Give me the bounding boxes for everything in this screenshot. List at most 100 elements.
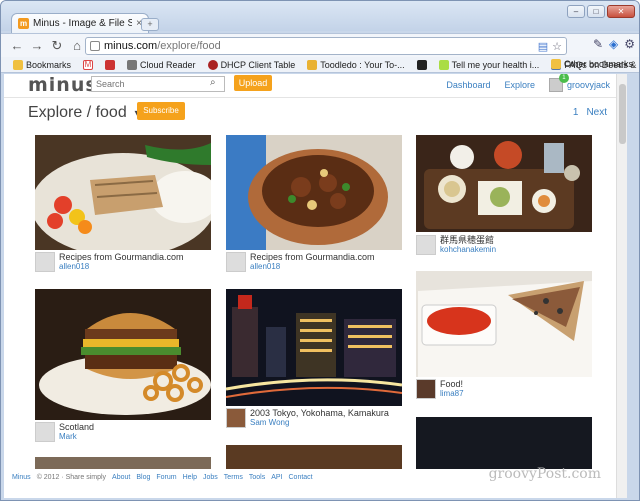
city-photo[interactable] [226, 289, 402, 406]
footer-brand[interactable]: Minus [12, 474, 31, 481]
extension-icon[interactable]: ◈ [609, 37, 618, 51]
card-user-link[interactable]: allen018 [59, 262, 184, 272]
user-avatar[interactable] [416, 379, 436, 399]
gallery-card-partial[interactable] [226, 445, 402, 469]
vertical-scrollbar[interactable] [616, 74, 627, 498]
page-title[interactable]: Explore / food ▼ [28, 104, 142, 122]
browser-toolbar: ← → ↻ ⌂ minus.com/explore/food ▤ ☆ ✎ ◈ ⚙ [1, 33, 639, 57]
card-title[interactable]: Food! [440, 379, 464, 389]
site-header: minus ⌕ Upload Dashboard Explore 1 groov… [4, 74, 616, 98]
bookmarks-bar: Bookmarks M Cloud Reader DHCP Client Tab… [1, 57, 639, 73]
address-bar[interactable]: minus.com/explore/food ▤ ☆ [85, 37, 567, 55]
other-bookmarks[interactable]: Other bookmarks [550, 59, 633, 69]
pagination: 1 Next [573, 107, 607, 118]
upload-button[interactable]: Upload [234, 75, 272, 91]
explore-link[interactable]: Explore [504, 80, 535, 90]
user-avatar[interactable] [416, 235, 436, 255]
food-photo[interactable] [226, 135, 402, 250]
food-photo[interactable] [416, 135, 592, 232]
user-avatar[interactable] [35, 422, 55, 442]
page-icon [90, 41, 100, 51]
pen-extension-icon[interactable]: ✎ [593, 37, 603, 51]
card-user-link[interactable]: allen018 [250, 262, 375, 272]
bookmark-icon [105, 59, 116, 70]
footer-link[interactable]: Blog [136, 474, 150, 481]
food-photo[interactable] [35, 135, 211, 250]
new-tab-button[interactable]: + [141, 18, 159, 31]
bookmark-health[interactable]: Tell me your health i... [438, 59, 539, 70]
card-caption: Scotland Mark [35, 422, 94, 442]
card-caption: Food! lima87 [416, 379, 464, 399]
card-title[interactable]: Scotland [59, 422, 94, 432]
footer-link[interactable]: Tools [249, 474, 265, 481]
url-text: minus.com/explore/food [104, 40, 221, 52]
card-user-link[interactable]: Mark [59, 432, 94, 442]
folder-icon [550, 59, 561, 69]
wrench-icon[interactable]: ⚙ [624, 37, 635, 51]
maximize-button[interactable]: □ [587, 5, 605, 18]
search-icon[interactable]: ⌕ [210, 77, 216, 88]
footer-link[interactable]: Jobs [203, 474, 218, 481]
router-icon [207, 59, 218, 70]
gmail-icon: M [83, 59, 94, 70]
close-window-button[interactable]: ✕ [607, 5, 635, 18]
card-title[interactable]: Recipes from Gourmandia.com [59, 252, 184, 262]
search-input[interactable] [91, 76, 225, 92]
user-avatar[interactable] [226, 252, 246, 272]
footer-copyright: © 2012 · Share simply [36, 473, 107, 481]
page-number[interactable]: 1 [573, 107, 579, 118]
home-icon[interactable]: ⌂ [67, 36, 87, 56]
scroll-thumb[interactable] [619, 84, 626, 144]
card-title[interactable]: 2003 Tokyo, Yokohama, Kamakura [250, 408, 389, 418]
gallery-card-partial[interactable] [35, 457, 211, 469]
minimize-button[interactable]: – [567, 5, 585, 18]
footer-link[interactable]: Terms [224, 474, 243, 481]
bookmark-gmail[interactable]: M [83, 59, 94, 70]
site-nav: Dashboard Explore 1 groovyjack [446, 74, 610, 92]
subscribe-button[interactable]: Subscribe [137, 102, 185, 120]
card-title[interactable]: Recipes from Gourmandia.com [250, 252, 375, 262]
bookmark-cloud-reader[interactable]: Cloud Reader [127, 59, 196, 70]
health-icon [438, 59, 449, 70]
f-icon [416, 59, 427, 70]
next-link[interactable]: Next [586, 107, 607, 118]
back-arrow-icon[interactable]: ← [7, 36, 27, 56]
food-photo[interactable] [416, 271, 592, 377]
bookmark-dhcp[interactable]: DHCP Client Table [207, 59, 295, 70]
footer-link[interactable]: API [271, 474, 282, 481]
reload-icon[interactable]: ↻ [47, 36, 67, 56]
footer-link[interactable]: About [112, 474, 130, 481]
page-viewport: minus ⌕ Upload Dashboard Explore 1 groov… [4, 74, 627, 498]
card-caption: Recipes from Gourmandia.com allen018 [226, 252, 375, 272]
card-user-link[interactable]: kohchanakemin [440, 245, 496, 255]
bookmark-star-icon[interactable]: ☆ [552, 40, 562, 53]
minus-logo[interactable]: minus [28, 74, 98, 96]
card-title[interactable]: 群馬県穂蛋館 [440, 235, 496, 245]
user-menu[interactable]: 1 groovyjack [548, 74, 610, 92]
bookmark-reader[interactable] [105, 59, 116, 70]
translate-icon[interactable]: ▤ [538, 40, 548, 53]
bookmark-f[interactable] [416, 59, 427, 70]
username-link[interactable]: groovyjack [567, 80, 610, 90]
footer-link[interactable]: Help [183, 474, 197, 481]
browser-tab[interactable]: m Minus - Image & File Sharin × [11, 13, 149, 33]
user-avatar[interactable] [35, 252, 55, 272]
bookmark-toodledo[interactable]: Toodledo : Your To-... [307, 59, 405, 70]
forward-arrow-icon[interactable]: → [27, 36, 47, 56]
card-caption: 群馬県穂蛋館 kohchanakemin [416, 235, 496, 255]
footer-link[interactable]: Contact [289, 474, 313, 481]
card-user-link[interactable]: Sam Wong [250, 418, 389, 428]
watermark: groovyPost.com [488, 466, 601, 482]
checkmark-icon [307, 59, 318, 70]
bookmark-bookmarks[interactable]: Bookmarks [13, 59, 71, 70]
card-caption: Recipes from Gourmandia.com allen018 [35, 252, 184, 272]
footer-link[interactable]: Forum [156, 474, 176, 481]
gallery-card-partial[interactable] [416, 417, 592, 469]
food-photo[interactable] [35, 289, 211, 420]
user-avatar[interactable] [226, 408, 246, 428]
card-user-link[interactable]: lima87 [440, 389, 464, 399]
browser-window: m Minus - Image & File Sharin × + – □ ✕ … [0, 0, 640, 501]
minus-favicon-icon: m [18, 18, 29, 29]
card-caption: 2003 Tokyo, Yokohama, Kamakura Sam Wong [226, 408, 389, 428]
dashboard-link[interactable]: Dashboard [446, 80, 490, 90]
